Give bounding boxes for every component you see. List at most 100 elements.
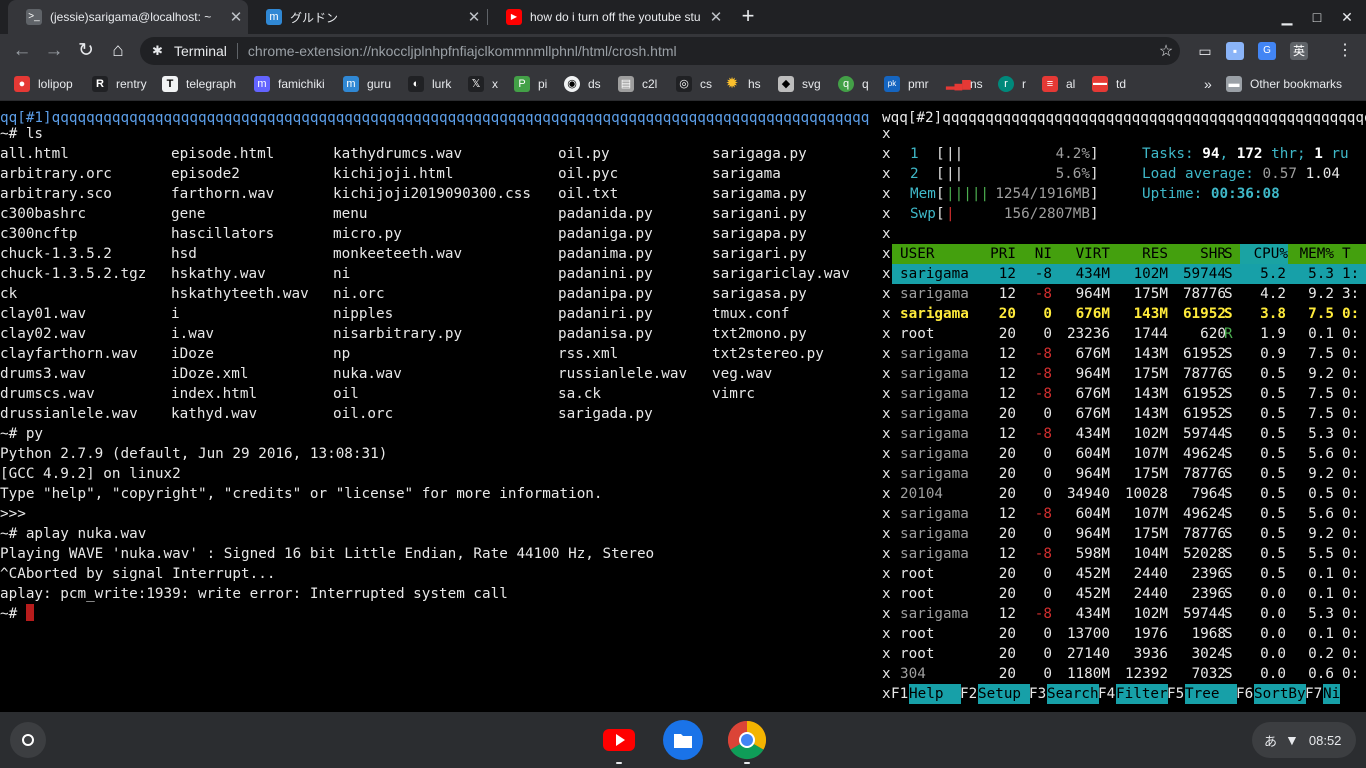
bookmarks-overflow-icon[interactable]: » <box>1204 76 1212 92</box>
process-row[interactable]: sarigama 12 -8 434M 102M 59744 S 5.2 5.3 1: <box>892 264 1366 284</box>
bookmark-cs[interactable]: ◎ cs <box>676 76 712 92</box>
home-button[interactable]: ⌂ <box>104 37 132 65</box>
function-key-sortby-button[interactable]: SortBy <box>1254 684 1306 704</box>
column-header[interactable]: NI <box>1016 244 1052 264</box>
launcher-button[interactable] <box>10 722 46 758</box>
reload-button[interactable]: ↻ <box>72 37 100 65</box>
bookmark-pi[interactable]: Ppi <box>514 76 547 92</box>
pane-divider-char: x <box>882 266 891 282</box>
column-header[interactable]: SHR <box>1168 244 1226 264</box>
htop-pane[interactable]: 1 [ || 4.2% ] 2 [ || 5.6% ] Mem [ ||||| … <box>892 102 1366 712</box>
bookmark-ds[interactable]: ◉ ds <box>564 76 601 92</box>
process-row[interactable]: sarigama 20 0 964M 175M 78776 S 0.5 9.2 0: <box>892 464 1366 484</box>
column-header[interactable]: VIRT <box>1052 244 1110 264</box>
cast-icon[interactable]: ▭ <box>1196 42 1214 60</box>
mastodon-icon: m <box>254 76 270 92</box>
process-row[interactable]: root 20 0 452M 2440 2396 S 0.5 0.1 0: <box>892 564 1366 584</box>
column-header[interactable]: PRI <box>976 244 1016 264</box>
back-button[interactable]: ← <box>8 37 36 65</box>
other-bookmarks[interactable]: ▬ Other bookmarks <box>1226 76 1342 92</box>
column-header[interactable]: MEM% <box>1286 244 1334 264</box>
chrome-app-icon[interactable] <box>727 720 767 760</box>
bookmark-famichiki[interactable]: m famichiki <box>254 76 325 92</box>
process-row[interactable]: sarigama 12 -8 676M 143M 61952 S 0.5 7.5 0: <box>892 384 1366 404</box>
column-header[interactable]: RES <box>1110 244 1168 264</box>
bookmark-svg[interactable]: ◆ svg <box>778 76 821 92</box>
pane-divider-char: x <box>882 486 891 502</box>
bookmark-r[interactable]: rr <box>998 76 1026 92</box>
process-row[interactable]: root 20 0 452M 2440 2396 S 0.0 0.1 0: <box>892 584 1366 604</box>
bookmark-lolipop[interactable]: ● lolipop <box>14 76 73 92</box>
tab-terminal[interactable]: >_ (jessie)sarigama@localhost: ~ ✕ <box>8 0 248 34</box>
bookmark-hs[interactable]: ✹ hs <box>724 76 761 92</box>
process-row[interactable]: sarigama 12 -8 434M 102M 59744 S 0.0 5.3 0: <box>892 604 1366 624</box>
process-row[interactable]: sarigama 12 -8 604M 107M 49624 S 0.5 5.6 0: <box>892 504 1366 524</box>
close-tab-icon[interactable]: ✕ <box>224 8 248 26</box>
bookmark-td[interactable]: ▬▬ td <box>1092 76 1126 92</box>
bookmark-x[interactable]: 𝕏x <box>468 76 498 92</box>
maximize-button[interactable]: □ <box>1306 6 1328 28</box>
process-row[interactable]: sarigama 12 -8 964M 175M 78776 S 0.5 9.2 0: <box>892 364 1366 384</box>
column-header[interactable]: USER <box>900 244 980 264</box>
bookmark-pmr[interactable]: pk pmr <box>884 76 929 92</box>
process-row[interactable]: root 20 0 13700 1976 1968 S 0.0 0.1 0: <box>892 624 1366 644</box>
close-window-button[interactable]: ✕ <box>1336 6 1358 28</box>
function-key-tree-button[interactable]: Tree <box>1185 684 1237 704</box>
address-bar[interactable]: ✱ Terminal chrome-extension://nkoccljpln… <box>140 37 1180 65</box>
bookmark-star-icon[interactable]: ☆ <box>1152 41 1180 61</box>
minimize-button[interactable]: ▁ <box>1276 6 1298 28</box>
bookmark-al[interactable]: ≡ al <box>1042 76 1075 92</box>
process-row[interactable]: sarigama 12 -8 434M 102M 59744 S 0.5 5.3 0: <box>892 424 1366 444</box>
tab-mastodon[interactable]: m グルドン ✕ <box>248 0 486 34</box>
process-cell: S <box>1224 566 1233 582</box>
process-row[interactable]: root 20 0 23236 1744 620 R 1.9 0.1 0: <box>892 324 1366 344</box>
column-header[interactable]: CPU% <box>1240 244 1288 264</box>
new-tab-button[interactable]: + <box>735 3 761 29</box>
status-tray[interactable]: あ ▼ 08:52 <box>1252 722 1356 758</box>
ime-icon[interactable]: 英 <box>1290 42 1308 60</box>
bookmark-ns[interactable]: ▂▄▆ ns <box>946 76 983 92</box>
youtube-app-icon[interactable] <box>599 720 639 760</box>
function-key: F1 <box>891 686 909 702</box>
menu-icon[interactable]: ⋮ <box>1336 42 1354 60</box>
bookmark-telegraph[interactable]: Ttelegraph <box>162 76 236 92</box>
function-key-search-button[interactable]: Search <box>1047 684 1099 704</box>
process-row[interactable]: sarigama 20 0 676M 143M 61952 S 0.5 7.5 0: <box>892 404 1366 424</box>
files-app-icon[interactable] <box>663 720 703 760</box>
close-tab-icon[interactable]: ✕ <box>462 8 486 26</box>
bookmark-rentry[interactable]: Rrentry <box>92 76 147 92</box>
function-key-help-button[interactable]: Help <box>909 684 961 704</box>
process-row[interactable]: sarigama 20 0 676M 143M 61952 S 3.8 7.5 0: <box>892 304 1366 324</box>
terminal-prompt-line[interactable]: ~# <box>0 604 880 624</box>
column-header[interactable]: T <box>1342 244 1366 264</box>
bookmark-guru[interactable]: m guru <box>343 76 391 92</box>
tab-youtube-search[interactable]: ▶ how do i turn off the youtube stu ✕ <box>488 0 728 34</box>
process-row[interactable]: sarigama 12 -8 598M 104M 52028 S 0.5 5.5 0: <box>892 544 1366 564</box>
process-table-header[interactable]: USER PRI NI VIRT RES SHR S CPU% MEM% T <box>892 244 1366 264</box>
close-tab-icon[interactable]: ✕ <box>704 8 728 26</box>
process-cell: sarigama <box>900 386 969 402</box>
forward-button[interactable]: → <box>40 37 68 65</box>
process-row[interactable]: root 20 0 27140 3936 3024 S 0.0 0.2 0: <box>892 644 1366 664</box>
process-row[interactable]: 20104 20 0 34940 10028 7964 S 0.5 0.5 0: <box>892 484 1366 504</box>
process-cell: 2396 <box>1191 566 1226 582</box>
image-extension-icon[interactable]: ▪ <box>1226 42 1244 60</box>
terminal[interactable]: qq[#1]qqqqqqqqqqqqqqqqqqqqqqqqqqqqqqqqqq… <box>0 102 1366 712</box>
process-cell: root <box>900 646 935 662</box>
function-key-ni-button[interactable]: Ni <box>1323 684 1341 704</box>
bookmarks-bar: ● lolipop Rrentry Ttelegraph m famichiki m… <box>0 68 1366 101</box>
bookmark-c2l[interactable]: ▤ c2l <box>618 76 657 92</box>
process-row[interactable]: 304 20 0 1180M 12392 7032 S 0.0 0.6 0: <box>892 664 1366 684</box>
function-key-filter-button[interactable]: Filter <box>1116 684 1168 704</box>
function-key-setup-button[interactable]: Setup <box>978 684 1030 704</box>
column-header[interactable]: S <box>1224 244 1238 264</box>
bookmark-q[interactable]: qq <box>838 76 869 92</box>
translate-icon[interactable]: G <box>1258 42 1276 60</box>
process-row[interactable]: sarigama 20 0 964M 175M 78776 S 0.5 9.2 0: <box>892 524 1366 544</box>
process-row[interactable]: sarigama 12 -8 676M 143M 61952 S 0.9 7.5 0: <box>892 344 1366 364</box>
url-text[interactable]: chrome-extension://nkoccljplnhpfnfiajclk… <box>248 43 1152 59</box>
process-row[interactable]: sarigama 20 0 604M 107M 49624 S 0.5 5.6 0: <box>892 444 1366 464</box>
process-cell: 78776 <box>1182 526 1226 542</box>
process-row[interactable]: sarigama 12 -8 964M 175M 78776 S 4.2 9.2 3: <box>892 284 1366 304</box>
bookmark-lurk[interactable]: ◐ lurk <box>408 76 451 92</box>
